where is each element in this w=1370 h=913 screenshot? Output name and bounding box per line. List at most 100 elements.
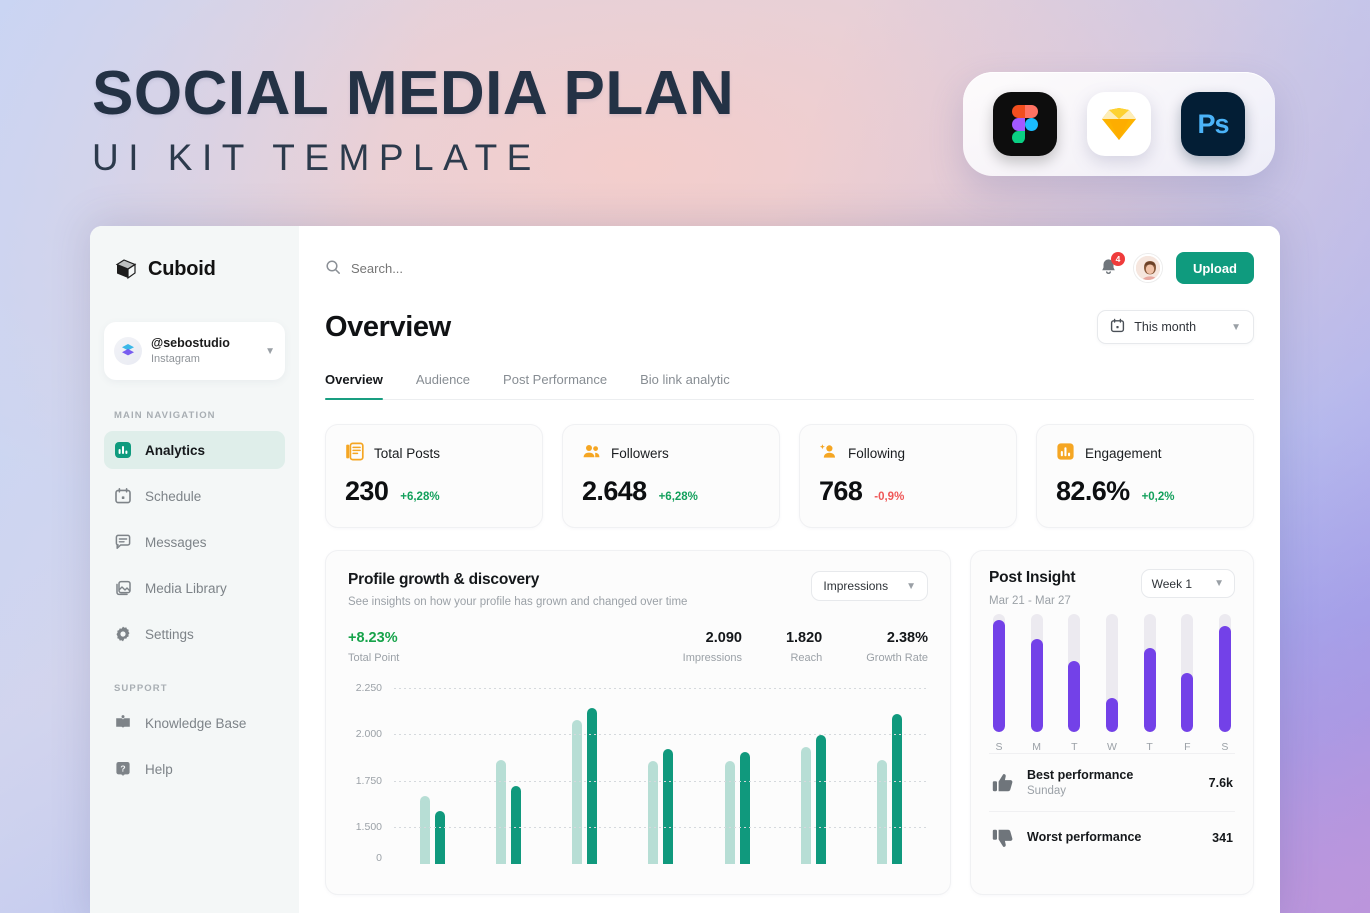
growth-subtitle: See insights on how your profile has gro… — [348, 596, 688, 608]
chart-bar-group[interactable] — [801, 682, 827, 864]
sidebar-item-settings[interactable]: Settings — [104, 615, 285, 653]
stat-delta: +6,28% — [400, 491, 440, 503]
weekday-fill — [993, 619, 1005, 732]
weekday-label: W — [1107, 741, 1117, 753]
chart-bar-group[interactable] — [877, 682, 903, 864]
tab-post-performance[interactable]: Post Performance — [503, 372, 607, 399]
chart-y-axis: 2.250 2.000 1.750 1.500 0 — [348, 682, 390, 864]
summary-value: 2.38% — [886, 630, 928, 646]
message-icon — [114, 533, 132, 551]
book-icon — [114, 714, 132, 732]
stat-card-following[interactable]: Following 768 -0,9% — [799, 424, 1017, 528]
sidebar-item-messages[interactable]: Messages — [104, 523, 285, 561]
hero-title: SOCIAL MEDIA PLAN — [92, 59, 735, 128]
metric-selector[interactable]: Impressions ▼ — [811, 571, 928, 601]
weekday-label: M — [1032, 741, 1042, 753]
cuboid-logo-icon — [114, 257, 138, 281]
chart-y-tick: 1.750 — [355, 774, 382, 787]
stat-value: 2.648 — [582, 476, 647, 506]
page-title: Overview — [325, 310, 451, 343]
chart-grid-line — [394, 827, 928, 829]
chart-y-tick: 0 — [376, 852, 382, 864]
avatar[interactable] — [1133, 254, 1162, 282]
stat-cards: Total Posts 230 +6,28% Followers 2.648 +… — [325, 424, 1254, 528]
sidebar-item-analytics[interactable]: Analytics — [104, 431, 285, 469]
summary-label: Impressions — [682, 652, 742, 664]
metric-selector-label: Impressions — [823, 579, 889, 593]
chart-bar-current — [816, 735, 827, 864]
weekday-column[interactable]: F — [1181, 614, 1194, 753]
account-platform: Instagram — [151, 352, 200, 365]
profile-growth-panel: Profile growth & discovery See insights … — [325, 550, 951, 895]
sidebar-item-label: Settings — [145, 626, 194, 642]
chart-bar-group[interactable] — [648, 682, 674, 864]
notifications-button[interactable]: 4 — [1098, 252, 1125, 279]
growth-title: Profile growth & discovery — [348, 571, 540, 588]
weekday-label: T — [1071, 741, 1078, 753]
account-switcher[interactable]: @sebostudio Instagram ▼ — [104, 322, 285, 380]
performance-value: 341 — [1212, 831, 1233, 845]
hero-heading: SOCIAL MEDIA PLAN UI KIT TEMPLATE — [92, 62, 734, 179]
tab-bio-link-analytic[interactable]: Bio link analytic — [640, 372, 730, 399]
weekday-label: F — [1184, 741, 1191, 753]
date-range-selector[interactable]: This month ▼ — [1097, 310, 1254, 344]
week-selector[interactable]: Week 1 ▼ — [1140, 569, 1235, 598]
stat-card-engagement[interactable]: Engagement 82.6% +0,2% — [1036, 424, 1254, 528]
sidebar-item-schedule[interactable]: Schedule — [104, 477, 285, 515]
stat-value: 82.6% — [1056, 476, 1130, 506]
performance-sub: Sunday — [1027, 785, 1067, 797]
sidebar-item-media-library[interactable]: Media Library — [104, 569, 285, 607]
weekday-column[interactable]: M — [1030, 614, 1043, 753]
weekday-column[interactable]: T — [1068, 614, 1081, 753]
stat-card-total-posts[interactable]: Total Posts 230 +6,28% — [325, 424, 543, 528]
brand[interactable]: Cuboid — [90, 254, 299, 284]
sidebar-item-knowledge-base[interactable]: Knowledge Base — [104, 704, 285, 742]
search-box[interactable] — [325, 259, 1098, 278]
chart-bar-group[interactable] — [419, 682, 445, 864]
question-icon: ? — [114, 760, 132, 778]
chevron-down-icon[interactable]: ▼ — [906, 581, 916, 592]
summary-value: +8.23% — [348, 630, 398, 646]
photoshop-label: Ps — [1197, 108, 1229, 139]
chart-grid-line — [394, 780, 928, 782]
chart-bar-current — [510, 785, 521, 864]
tab-audience[interactable]: Audience — [416, 372, 470, 399]
chevron-down-icon[interactable]: ▼ — [1214, 578, 1224, 589]
weekday-fill — [1218, 625, 1231, 732]
thumb-up-icon — [991, 771, 1015, 795]
app-format-badge: Ps — [963, 72, 1275, 176]
weekday-column[interactable]: S — [993, 614, 1005, 753]
weekday-track — [1218, 614, 1231, 732]
search-icon — [325, 259, 341, 278]
chart-bar-group[interactable] — [724, 682, 750, 864]
tab-overview[interactable]: Overview — [325, 372, 383, 400]
chart-bar-previous — [724, 761, 735, 864]
calendar-icon — [1110, 318, 1125, 336]
weekday-column[interactable]: T — [1143, 614, 1156, 753]
stat-label: Followers — [611, 445, 669, 461]
stat-card-followers[interactable]: Followers 2.648 +6,28% — [562, 424, 780, 528]
worst-performance-row: Worst performance 341 — [989, 811, 1235, 864]
upload-button[interactable]: Upload — [1175, 252, 1254, 284]
weekday-fill — [1181, 673, 1194, 732]
chart-plot-area — [394, 682, 928, 864]
growth-summary-item: +8.23% Total Point — [348, 630, 639, 664]
search-input[interactable] — [351, 260, 591, 276]
sidebar-item-label: Help — [145, 761, 173, 777]
figma-icon — [993, 92, 1057, 156]
weekday-column[interactable]: S — [1218, 614, 1231, 753]
chevron-down-icon[interactable]: ▼ — [265, 346, 275, 357]
chart-bars — [394, 682, 928, 864]
photoshop-icon: Ps — [1181, 92, 1245, 156]
chart-bar-group[interactable] — [572, 682, 598, 864]
engagement-icon — [1056, 442, 1075, 464]
calendar-icon — [114, 487, 132, 505]
notification-badge: 4 — [1110, 252, 1125, 266]
chevron-down-icon[interactable]: ▼ — [1231, 322, 1241, 333]
weekday-column[interactable]: W — [1105, 614, 1118, 753]
sidebar: Cuboid @sebostudio Instagram ▼ MAIN NAVI… — [90, 226, 299, 913]
sidebar-item-help[interactable]: ? Help — [104, 750, 285, 788]
chart-bar-group[interactable] — [495, 682, 521, 864]
stat-delta: +0,2% — [1141, 491, 1175, 503]
dashboard-window: Cuboid @sebostudio Instagram ▼ MAIN NAVI… — [90, 226, 1280, 913]
